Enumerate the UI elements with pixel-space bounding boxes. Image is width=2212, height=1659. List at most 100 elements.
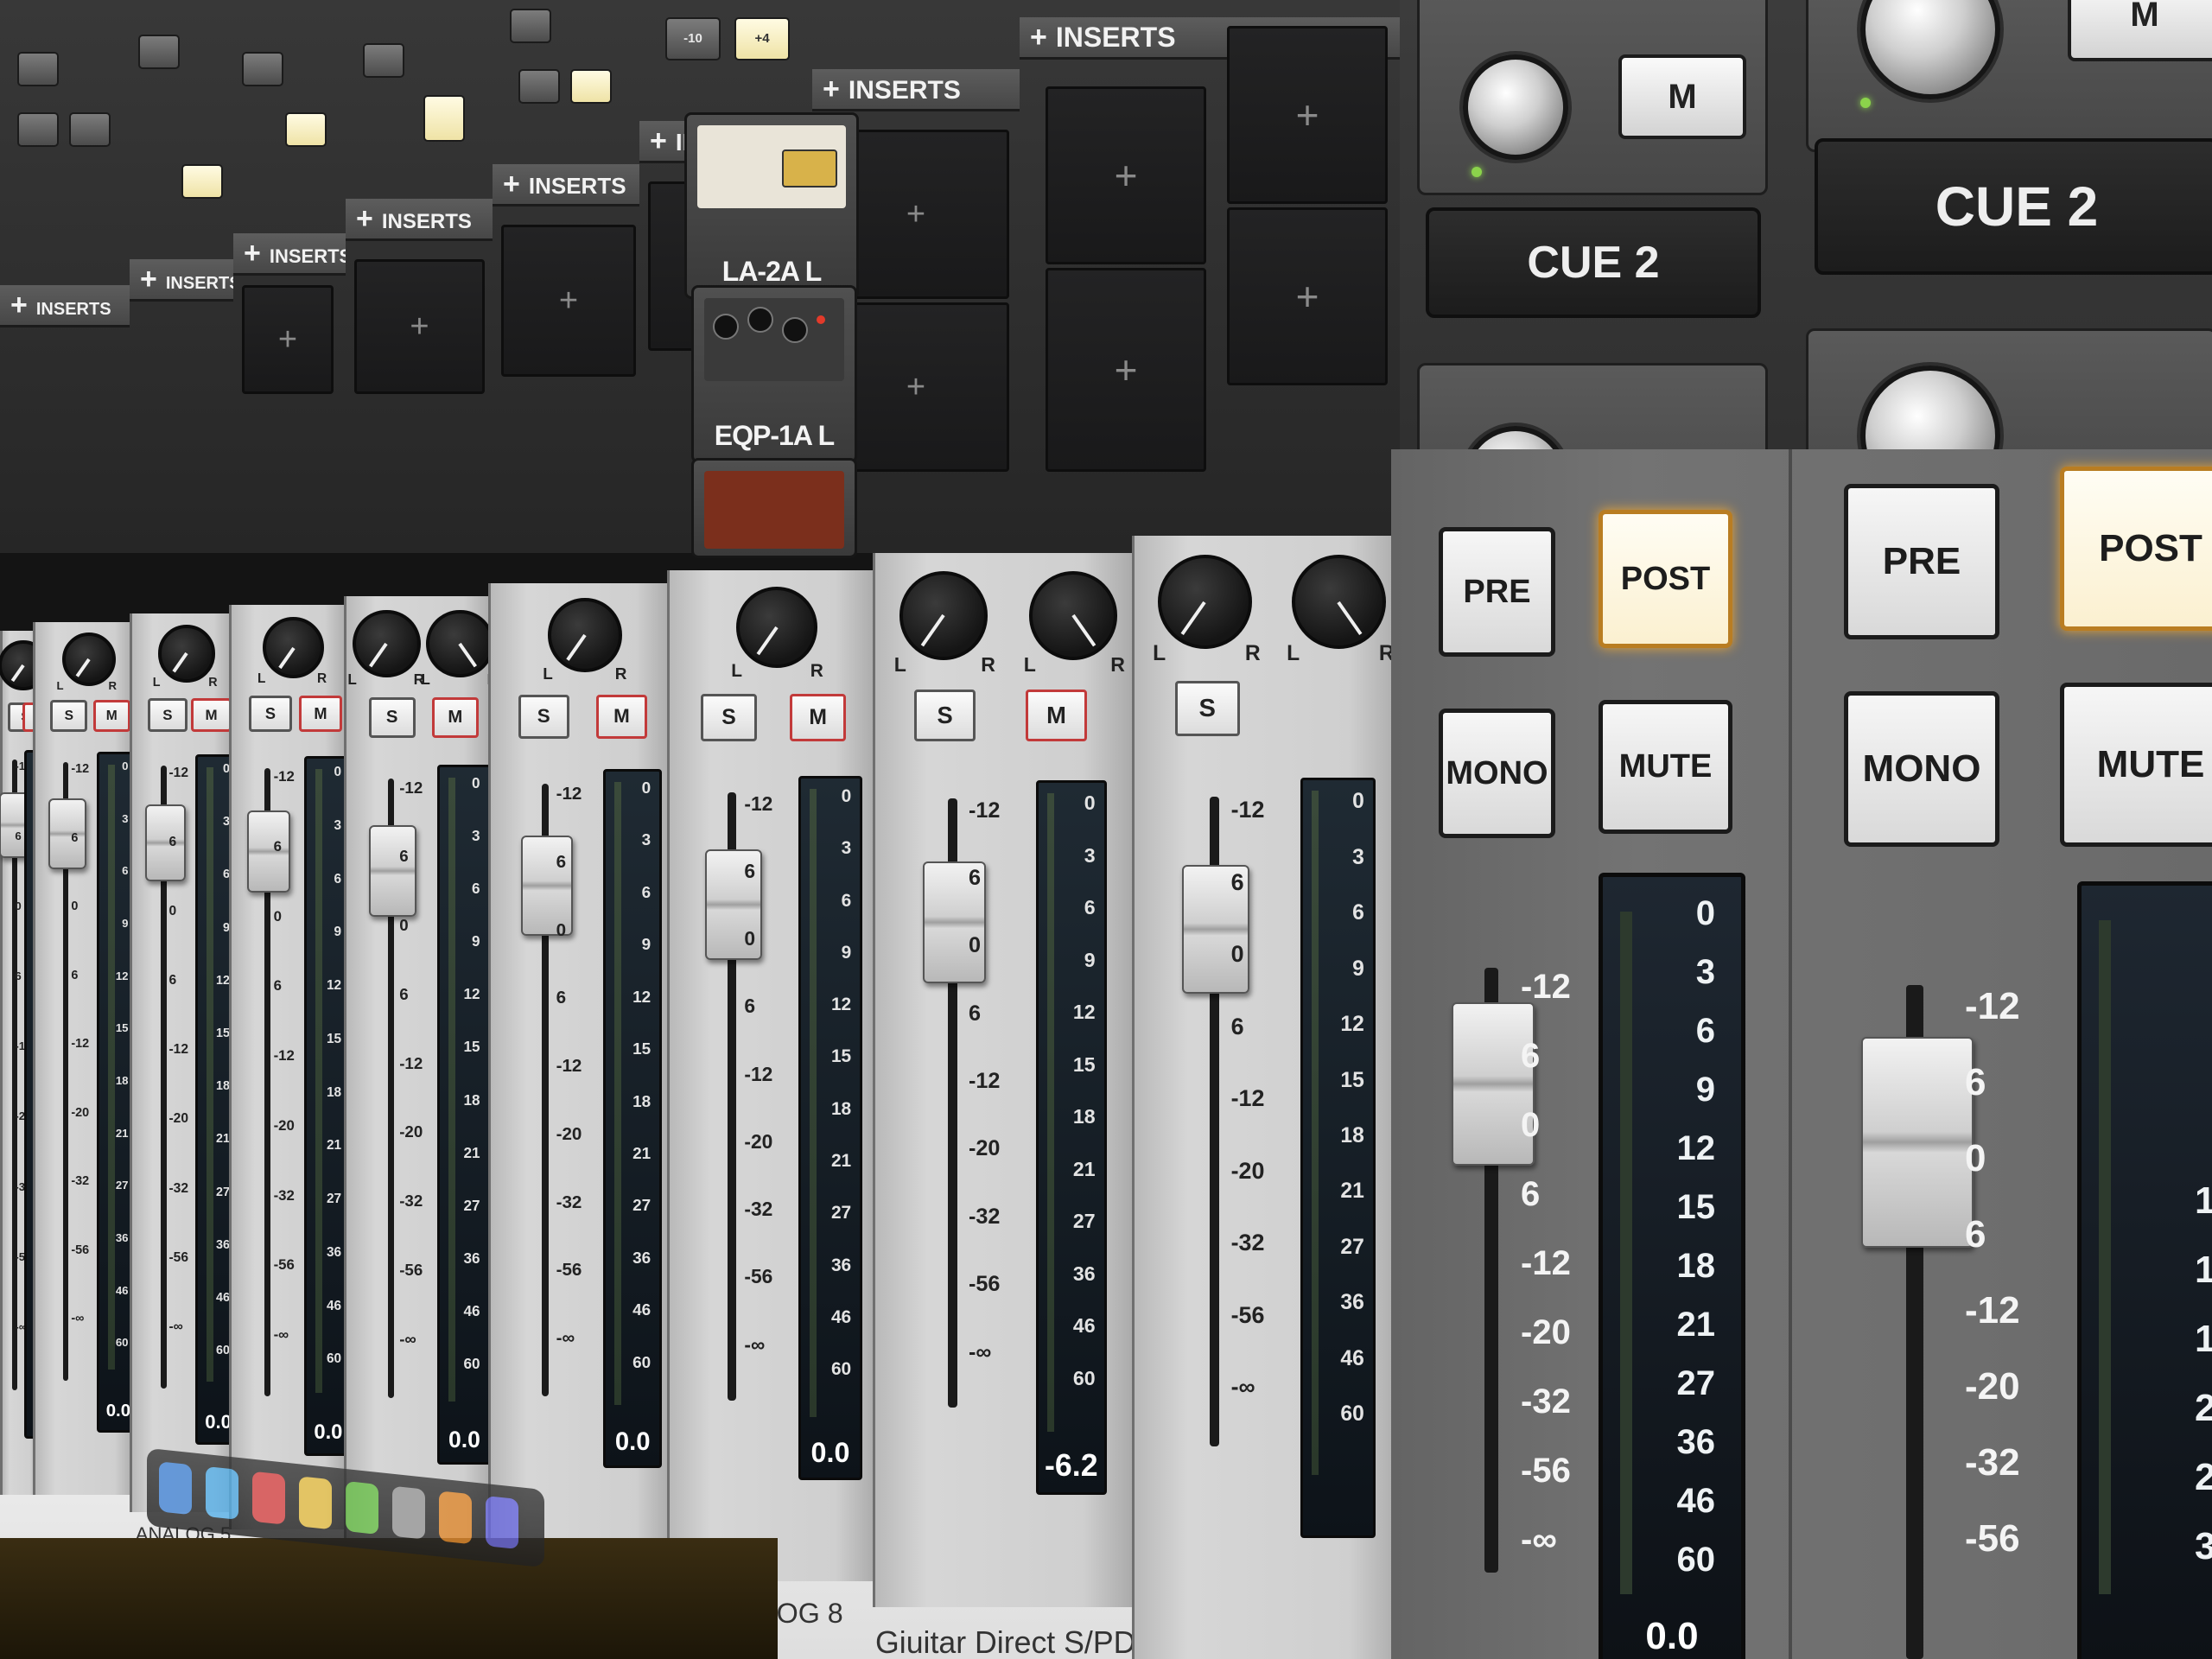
pan-knob[interactable] <box>157 625 216 683</box>
cue-fader[interactable] <box>1861 1037 1974 1248</box>
meter-tick-label: 60 <box>115 1336 129 1350</box>
pan-knob[interactable] <box>1292 555 1386 650</box>
pan-knob[interactable] <box>736 587 817 668</box>
pan-knob[interactable] <box>1158 555 1252 650</box>
inserts-header[interactable]: +INSERTS <box>0 285 130 327</box>
dock-app-icon[interactable] <box>392 1485 425 1540</box>
dock-app-icon[interactable] <box>486 1496 518 1550</box>
strip-button-lit[interactable] <box>285 112 327 147</box>
inserts-header[interactable]: +INSERTS <box>346 199 493 241</box>
mono-button[interactable]: MONO <box>1439 709 1555 838</box>
strip-button-lit[interactable] <box>181 164 223 199</box>
pre-button[interactable]: PRE <box>1844 484 1999 639</box>
mute-button[interactable]: M <box>431 697 479 738</box>
strip-button[interactable] <box>17 52 59 86</box>
strip-button-lit[interactable] <box>570 69 612 104</box>
cue-mute-button[interactable]: M <box>1618 54 1746 139</box>
strip-button[interactable] <box>242 52 283 86</box>
cue-level-knob[interactable] <box>1463 54 1568 160</box>
channel-fader[interactable] <box>48 798 86 869</box>
pad-plus4-button[interactable]: +4 <box>734 17 790 60</box>
inserts-header[interactable]: +INSERTS <box>812 69 1020 111</box>
mute-button[interactable]: MUTE <box>2060 683 2212 847</box>
strip-button[interactable] <box>138 35 180 69</box>
inserts-header[interactable]: +INSERTS <box>233 233 352 276</box>
solo-button[interactable]: S <box>518 695 569 739</box>
pan-knob[interactable] <box>548 598 622 672</box>
plugin-eqp1a[interactable]: EQP-1A L <box>691 285 857 463</box>
mute-button[interactable]: M <box>191 697 232 733</box>
meter-tick-label: 36 <box>1340 1291 1364 1315</box>
fader-scale-label: -∞ <box>71 1312 85 1326</box>
dock-app-icon[interactable] <box>206 1465 238 1520</box>
meter-tick-label: 6 <box>1352 901 1364 925</box>
strip-button[interactable] <box>518 69 560 104</box>
insert-slot[interactable]: + <box>1046 86 1206 264</box>
pan-knob[interactable] <box>353 609 421 677</box>
solo-button[interactable]: S <box>701 693 757 741</box>
dock-app-icon[interactable] <box>439 1491 472 1545</box>
meter-tick-label: 60 <box>1072 1366 1096 1389</box>
pan-knob[interactable] <box>263 617 324 678</box>
strip-button[interactable] <box>510 9 551 43</box>
mute-button[interactable]: M <box>595 695 648 739</box>
solo-button[interactable]: S <box>249 696 292 733</box>
meter-tick-label: 21 <box>463 1143 480 1161</box>
pan-knob[interactable] <box>426 609 494 677</box>
strip-button[interactable] <box>363 43 404 78</box>
insert-slot[interactable]: + <box>242 285 334 394</box>
mute-button[interactable]: M <box>790 693 847 741</box>
pan-knob[interactable] <box>899 571 988 660</box>
meter-tick-label: 27 <box>463 1196 480 1214</box>
dock-app-icon[interactable] <box>252 1471 285 1525</box>
pad-10-button[interactable]: -10 <box>665 17 721 60</box>
pre-button[interactable]: PRE <box>1439 527 1555 657</box>
insert-slot[interactable]: + <box>354 259 485 394</box>
mute-button[interactable]: MUTE <box>1599 700 1732 834</box>
cue-level-knob[interactable] <box>1860 0 2000 99</box>
strip-button[interactable] <box>69 112 111 147</box>
inserts-header[interactable]: +INSERTS <box>130 259 241 302</box>
solo-button[interactable]: S <box>50 700 88 733</box>
mute-button[interactable]: M <box>299 696 342 733</box>
meter-tick-label: 15 <box>326 1031 342 1046</box>
dock-app-icon[interactable] <box>299 1476 332 1530</box>
solo-button[interactable]: S <box>1174 681 1240 737</box>
meter-readout: 0.0 <box>448 1426 480 1452</box>
dock-app-icon[interactable] <box>159 1461 192 1516</box>
channel-fader[interactable] <box>368 825 417 917</box>
meter-readout: 0.0 <box>810 1436 850 1468</box>
strip-top: + INSERTS <box>130 0 241 553</box>
insert-slot[interactable]: + <box>501 225 636 377</box>
channel-strip: L R L R S -12 6 0 6 -12 -20 -32 -56 -∞ 0 3 6 9 12 15 18 21 27 3… <box>1132 536 1405 1659</box>
post-button[interactable]: POST <box>2060 467 2212 631</box>
inserts-header[interactable]: +INSERTS <box>493 164 639 207</box>
meter-tick-label: 15 <box>216 1027 230 1041</box>
channel-fader[interactable] <box>247 810 291 893</box>
post-button[interactable]: POST <box>1599 510 1732 648</box>
cue-mute-button[interactable]: M <box>2068 0 2212 61</box>
channel-fader[interactable] <box>144 804 186 881</box>
fader-scale-label: 0 <box>273 907 282 925</box>
strip-button[interactable] <box>17 112 59 147</box>
fader-scale-label: 0 <box>168 903 177 918</box>
strip-button-lit[interactable] <box>423 95 465 142</box>
pan-knob[interactable] <box>61 632 116 686</box>
fader-scale-label: -32 <box>1965 1441 2020 1484</box>
insert-slot[interactable]: + <box>1227 26 1388 204</box>
mono-button[interactable]: MONO <box>1844 691 1999 847</box>
fader-scale-label: 0 <box>399 916 409 935</box>
dock-app-icon[interactable] <box>346 1481 378 1535</box>
insert-slot[interactable]: + <box>1227 207 1388 385</box>
pan-knob[interactable] <box>1028 571 1118 660</box>
solo-button[interactable]: S <box>147 697 188 733</box>
solo-button[interactable]: S <box>368 697 416 738</box>
mute-button[interactable]: M <box>1026 689 1088 742</box>
plugin-la2a[interactable]: LA-2A L <box>684 112 859 299</box>
mute-button[interactable]: M <box>92 700 130 733</box>
meter-tick-label: 18 <box>463 1090 480 1109</box>
fader-scale-label: 6 <box>556 988 567 1008</box>
level-meter: 03691215182127364660 <box>1300 778 1376 1539</box>
solo-button[interactable]: S <box>914 689 976 742</box>
insert-slot[interactable]: + <box>1046 268 1206 472</box>
